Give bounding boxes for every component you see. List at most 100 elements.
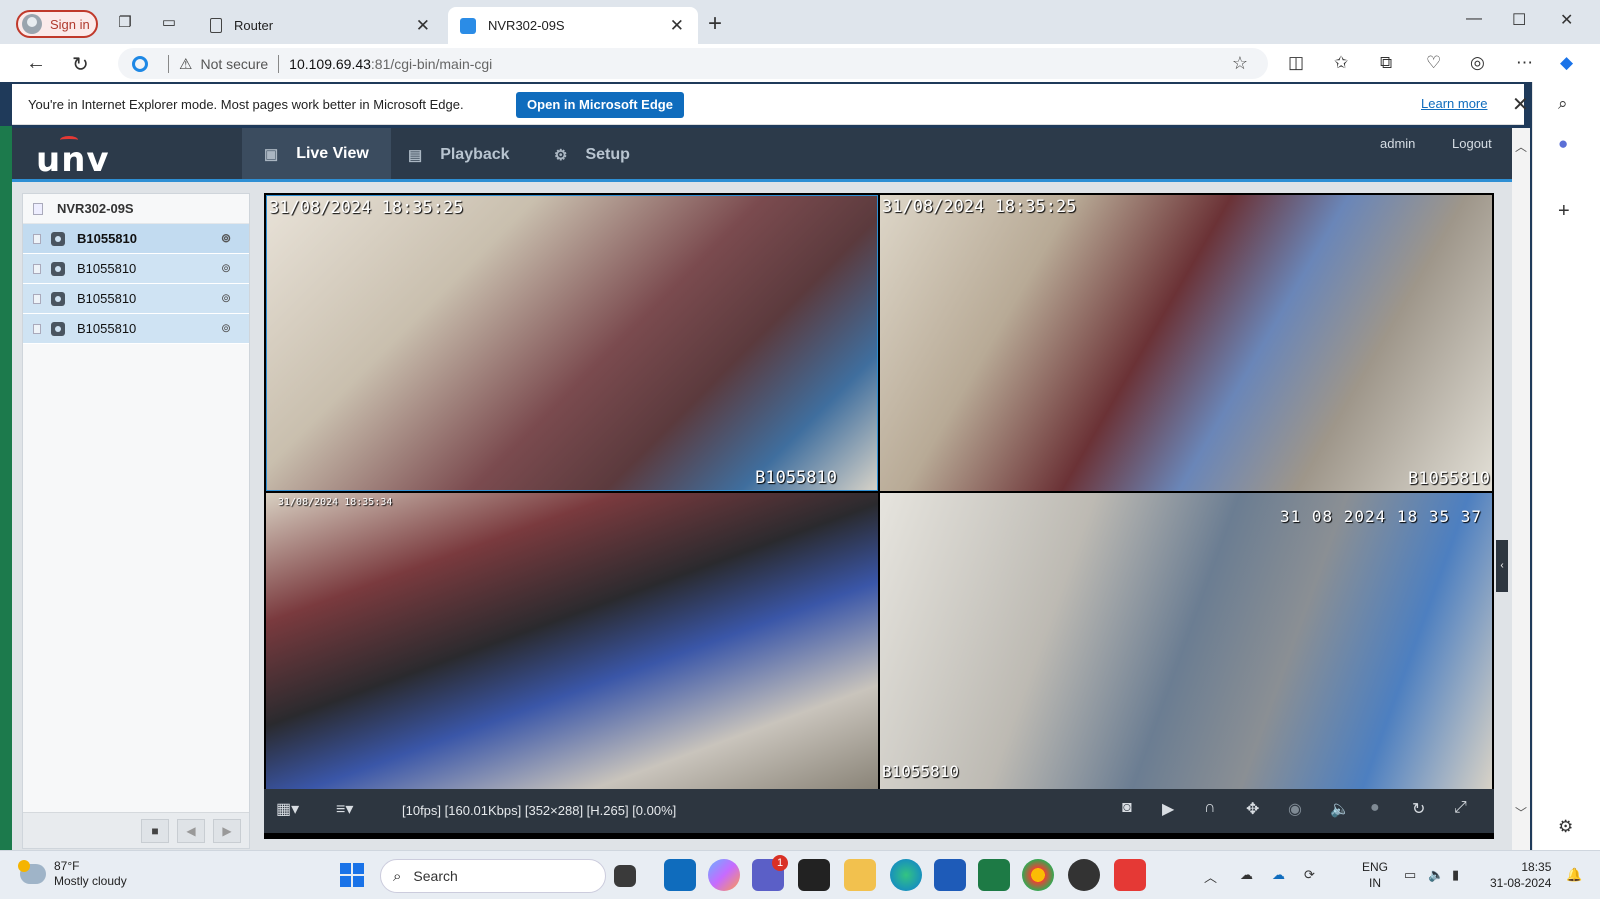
chevron-down-icon[interactable]: ﹀ <box>1515 804 1527 821</box>
window-close-icon[interactable]: ✕ <box>1560 10 1573 30</box>
channel-item[interactable]: B1055810 ⊚ <box>23 284 249 314</box>
tree-root-nvr[interactable]: NVR302-09S <box>23 194 249 224</box>
ptz-icon[interactable]: ✥ <box>1246 799 1259 819</box>
notification-bell-icon[interactable]: 🔔 <box>1566 867 1582 883</box>
favorites-icon[interactable]: ✩ <box>1334 53 1348 73</box>
stream-select-icon[interactable]: ≡▾ <box>336 799 353 819</box>
nav-live-view[interactable]: ▣ Live View <box>242 128 391 182</box>
camera-pane[interactable]: 31/08/2024 18:35:25 B1055810 <box>880 195 1492 491</box>
nav-label: Setup <box>585 146 630 163</box>
record-status-icon[interactable]: ⊚ <box>217 291 235 307</box>
outlook-icon[interactable] <box>664 859 696 891</box>
sidebar-settings-icon[interactable]: ⚙ <box>1558 817 1573 837</box>
address-bar[interactable]: ⚠ Not secure 10.109.69.43:81/cgi-bin/mai… <box>118 48 1268 79</box>
previous-page-icon[interactable]: ◀ <box>177 819 205 843</box>
weather-desc: Mostly cloudy <box>54 874 127 888</box>
page-scrollbar[interactable]: ︿ ﹀ <box>1512 128 1530 850</box>
tab-router[interactable]: Router ✕ <box>200 7 444 44</box>
osd-timestamp: 31/08/2024 18:35:25 <box>882 197 1077 217</box>
refresh-icon[interactable]: ↻ <box>72 52 89 77</box>
close-icon[interactable]: ✕ <box>670 16 684 36</box>
infobar-close-icon[interactable]: ✕ <box>1512 92 1529 117</box>
favorite-star-icon[interactable]: ☆ <box>1232 53 1248 74</box>
weather-widget[interactable]: 87°F Mostly cloudy <box>18 859 127 889</box>
language-indicator[interactable]: ENG IN <box>1362 859 1388 891</box>
window-left-edge <box>0 126 12 850</box>
terminal-app-icon[interactable] <box>798 859 830 891</box>
excel-icon[interactable] <box>978 859 1010 891</box>
remote-desktop-icon[interactable] <box>934 859 966 891</box>
tab-nvr[interactable]: NVR302-09S ✕ <box>448 7 698 44</box>
start-button[interactable] <box>340 863 364 887</box>
camera-pane[interactable]: 31/08/2024 18:35:34 <box>266 493 878 789</box>
nav-playback[interactable]: ▤ Playback <box>386 128 532 182</box>
copilot-sidebar-icon[interactable]: ● <box>1558 134 1568 154</box>
file-explorer-icon[interactable] <box>844 859 876 891</box>
logout-link[interactable]: Logout <box>1452 136 1492 151</box>
add-sidebar-app-icon[interactable]: + <box>1558 200 1570 223</box>
media-app-icon[interactable] <box>1068 859 1100 891</box>
nav-setup[interactable]: ⚙ Setup <box>532 128 652 182</box>
copilot-app-icon[interactable] <box>708 859 740 891</box>
edge-icon[interactable] <box>890 859 922 891</box>
chevron-up-icon[interactable]: ︿ <box>1204 867 1217 886</box>
split-screen-icon[interactable]: ◫ <box>1288 53 1304 73</box>
channel-item[interactable]: B1055810 ⊚ <box>23 224 249 254</box>
stop-all-icon[interactable]: ■ <box>141 819 169 843</box>
microphone-icon[interactable]: ● <box>1370 799 1380 817</box>
more-icon[interactable]: ⋯ <box>1516 53 1533 73</box>
expand-icon[interactable] <box>33 233 41 244</box>
network-cloud-icon[interactable]: ☁ <box>1240 867 1253 883</box>
expand-icon[interactable] <box>33 323 41 334</box>
maximize-icon[interactable]: ☐ <box>1512 10 1526 30</box>
back-icon[interactable]: ← <box>26 52 46 75</box>
volume-icon[interactable]: 🔈 <box>1330 799 1350 819</box>
osd-timestamp: 31/08/2024 18:35:34 <box>278 497 393 508</box>
search-icon[interactable]: ⌕ <box>1558 94 1568 114</box>
collapse-panel-icon[interactable]: ‹ <box>1496 540 1508 592</box>
learn-more-link[interactable]: Learn more <box>1421 96 1487 111</box>
expand-icon[interactable] <box>33 293 41 304</box>
tab-actions-icon[interactable]: ▭ <box>160 14 178 32</box>
expand-icon[interactable] <box>33 263 41 274</box>
minimize-icon[interactable]: — <box>1466 10 1482 28</box>
new-tab-button[interactable]: + <box>708 10 722 38</box>
fullscreen-icon[interactable]: ⤢ <box>1454 799 1467 817</box>
browser-essentials-icon[interactable]: ♡ <box>1426 53 1441 73</box>
layout-grid-icon[interactable]: ▦▾ <box>276 799 299 819</box>
extension-icon[interactable]: ◎ <box>1470 53 1485 73</box>
chrome-icon[interactable] <box>1022 859 1054 891</box>
anydesk-icon[interactable] <box>1114 859 1146 891</box>
copilot-icon[interactable]: ◆ <box>1560 53 1573 73</box>
record-status-icon[interactable]: ⊚ <box>217 261 235 277</box>
teams-icon[interactable]: 1 <box>752 855 788 891</box>
taskbar-search[interactable]: ⌕ Search <box>380 859 606 893</box>
task-view-icon[interactable] <box>614 865 636 887</box>
3d-positioning-icon[interactable]: ↻ <box>1412 799 1425 819</box>
onedrive-icon[interactable]: ☁ <box>1272 867 1285 883</box>
display-icon[interactable]: ▭ <box>1404 867 1416 883</box>
camera-pane[interactable]: 31 08 2024 18 35 37 B1055810 <box>880 493 1492 789</box>
security-label[interactable]: Not secure <box>200 56 268 72</box>
next-page-icon[interactable]: ▶ <box>213 819 241 843</box>
channel-item[interactable]: B1055810 ⊚ <box>23 254 249 284</box>
close-icon[interactable]: ✕ <box>416 16 430 36</box>
channel-item[interactable]: B1055810 ⊚ <box>23 314 249 344</box>
record-clip-icon[interactable]: ▶ <box>1162 799 1174 819</box>
snapshot-icon[interactable]: ◙ <box>1122 799 1132 817</box>
workspaces-icon[interactable]: ❐ <box>116 14 134 32</box>
sign-in-button[interactable]: Sign in <box>16 10 98 38</box>
collections-icon[interactable]: ⧉ <box>1380 53 1392 73</box>
ie-mode-icon[interactable] <box>132 55 148 72</box>
zoom-icon[interactable]: ◉ <box>1288 799 1302 819</box>
open-in-edge-button[interactable]: Open in Microsoft Edge <box>516 92 684 118</box>
talk-icon[interactable]: ∩ <box>1204 799 1216 817</box>
camera-pane[interactable]: 31/08/2024 18:35:25 B1055810 <box>266 195 878 491</box>
volume-icon[interactable]: 🔈 <box>1428 867 1444 883</box>
battery-icon[interactable]: ▮ <box>1452 867 1459 883</box>
sync-icon[interactable]: ⟳ <box>1304 867 1315 883</box>
record-status-icon[interactable]: ⊚ <box>217 321 235 337</box>
chevron-up-icon[interactable]: ︿ <box>1515 138 1527 155</box>
record-status-icon[interactable]: ⊚ <box>217 231 235 247</box>
system-clock[interactable]: 18:35 31-08-2024 <box>1490 859 1551 891</box>
